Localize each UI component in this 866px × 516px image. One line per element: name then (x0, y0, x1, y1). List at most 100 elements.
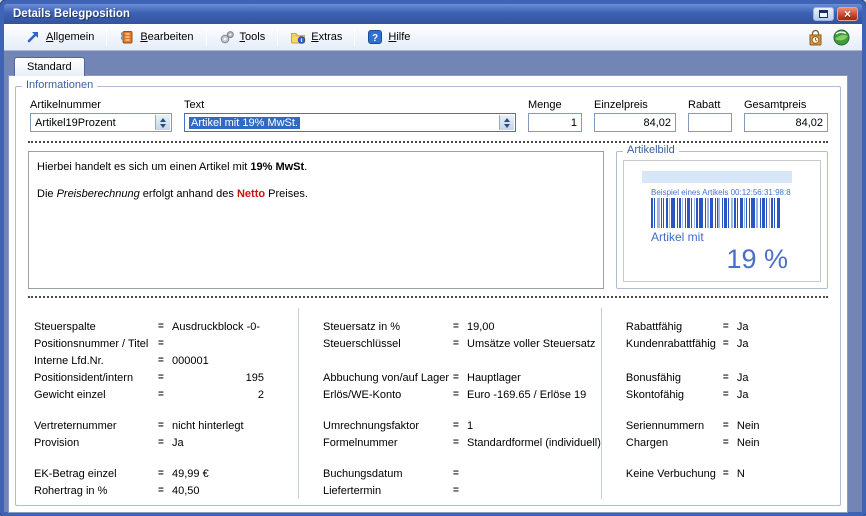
help-icon: ? (367, 29, 383, 45)
barcode-bar (661, 198, 662, 228)
equals-sign: = (723, 437, 737, 448)
barcode-bar (740, 198, 743, 228)
details-column-1: Steuerspalte=Ausdruckblock -0-Positionsn… (26, 308, 298, 499)
close-button[interactable]: × (837, 7, 858, 21)
article-image: Beispiel eines Artikels 00:12:56:31:98:8… (623, 160, 821, 282)
detail-value: 40,50 (172, 485, 200, 497)
equals-sign: = (453, 468, 467, 479)
details-row-interne-lfd-nr-: Interne Lfd.Nr.=000001 (34, 352, 298, 369)
detail-value: N (737, 468, 745, 480)
detail-value: Nein (737, 437, 760, 449)
window-title: Details Belegposition (13, 8, 810, 20)
barcode-bar (715, 198, 716, 228)
barcode-bar (724, 198, 727, 228)
gesamtpreis-input[interactable]: 84,02 (744, 113, 828, 132)
tab-standard[interactable]: Standard (14, 57, 85, 76)
menu-separator (106, 28, 107, 46)
details-empty-row (626, 352, 830, 369)
barcode-bar (710, 198, 713, 228)
menubar: Allgemein Bearbeiten Tools iExtras? Hilfe (4, 24, 862, 51)
description-segment: Preisberechnung (57, 188, 140, 200)
gesamtpreis-value: 84,02 (795, 117, 823, 129)
field-rabatt: Rabatt (688, 99, 732, 132)
text-spinner-button[interactable] (499, 115, 514, 130)
barcode-bar (756, 198, 758, 228)
menge-input[interactable]: 1 (528, 113, 582, 132)
barcode-bar (728, 198, 729, 228)
close-icon: × (844, 9, 851, 19)
artikelnummer-spinner-button[interactable] (155, 115, 170, 130)
einzelpreis-value: 84,02 (643, 117, 671, 129)
barcode-bar (682, 198, 683, 228)
detail-label: Liefertermin (323, 485, 453, 497)
rabatt-input[interactable] (688, 113, 732, 132)
menu-item-extras[interactable]: iExtras (281, 27, 351, 47)
menu-separator (354, 28, 355, 46)
detail-label: Umrechnungsfaktor (323, 420, 453, 432)
tabstrip: Standard (4, 51, 862, 75)
details-row-rohertrag-in-: Rohertrag in %=40,50 (34, 482, 298, 499)
details-spacer (626, 403, 830, 417)
details-section: Steuerspalte=Ausdruckblock -0-Positionsn… (26, 308, 830, 499)
barcode-bar (669, 198, 670, 228)
folder-info-icon: i (290, 29, 306, 45)
detail-label: Steuerspalte (34, 321, 158, 333)
menu-item-allgemein[interactable]: Allgemein (16, 27, 103, 47)
menu-item-bearbeiten[interactable]: Bearbeiten (110, 27, 202, 47)
detail-value: Ausdruckblock -0- (172, 321, 260, 333)
history-icon[interactable] (807, 29, 824, 46)
image-highlight-bar (642, 171, 792, 183)
barcode-bar (679, 198, 681, 228)
description-segment: 19% MwSt (250, 161, 304, 173)
detail-label: Gewicht einzel (34, 389, 158, 401)
text-input[interactable]: Artikel mit 19% MwSt. (184, 113, 516, 132)
description-segment: Netto (237, 188, 265, 200)
barcode-bar (677, 198, 678, 228)
detail-label: Vertreternummer (34, 420, 158, 432)
barcode-bar (663, 198, 665, 228)
einzelpreis-input[interactable]: 84,02 (594, 113, 676, 132)
detail-value: Ja (172, 437, 184, 449)
detail-label: Formelnummer (323, 437, 453, 449)
equals-sign: = (158, 355, 172, 366)
barcode-bar (749, 198, 750, 228)
detail-label: Rohertrag in % (34, 485, 158, 497)
details-spacer (626, 451, 830, 465)
detail-label: EK-Betrag einzel (34, 468, 158, 480)
detail-label: Rabattfähig (626, 321, 723, 333)
artikelnummer-input[interactable]: Artikel19Prozent (30, 113, 172, 132)
menu-item-tools[interactable]: Tools (210, 27, 275, 47)
detail-value: 2 (172, 389, 264, 401)
equals-sign: = (723, 420, 737, 431)
menu-item-label: Allgemein (46, 31, 94, 43)
barcode-bar (777, 198, 780, 228)
barcode-bar (734, 198, 736, 228)
equals-sign: = (723, 338, 737, 349)
detail-label: Chargen (626, 437, 723, 449)
details-row-liefertermin: Liefertermin= (323, 482, 601, 499)
detail-value: Standardformel (individuell) (467, 437, 601, 449)
globe-icon[interactable] (833, 29, 850, 46)
menge-label: Menge (528, 99, 582, 111)
details-column-3: Rabattfähig=JaKundenrabattfähig=JaBonusf… (601, 308, 830, 499)
menu-item-label: Hilfe (388, 31, 410, 43)
media-row: Hierbei handelt es sich um einen Artikel… (28, 151, 828, 289)
titlebar: Details Belegposition × (4, 4, 862, 24)
description-box[interactable]: Hierbei handelt es sich um einen Artikel… (28, 151, 604, 289)
barcode-bar (685, 198, 686, 228)
barcode-bar (691, 198, 693, 228)
description-segment: Hierbei handelt es sich um einen Artikel… (37, 161, 250, 173)
details-row-provision: Provision=Ja (34, 434, 298, 451)
details-row-steuerschlüssel: Steuerschlüssel=Umsätze voller Steuersat… (323, 335, 601, 352)
separator (28, 296, 828, 298)
details-row-steuersatz-in-: Steuersatz in %=19,00 (323, 318, 601, 335)
text-label: Text (184, 99, 516, 111)
separator (28, 141, 828, 143)
artikelnummer-value: Artikel19Prozent (35, 117, 116, 129)
details-empty-row (626, 482, 830, 499)
equals-sign: = (453, 389, 467, 400)
menu-separator (277, 28, 278, 46)
restore-button[interactable] (813, 7, 834, 21)
menu-item-hilfe[interactable]: ? Hilfe (358, 27, 419, 47)
detail-value: Euro -169.65 / Erlöse 19 (467, 389, 586, 401)
